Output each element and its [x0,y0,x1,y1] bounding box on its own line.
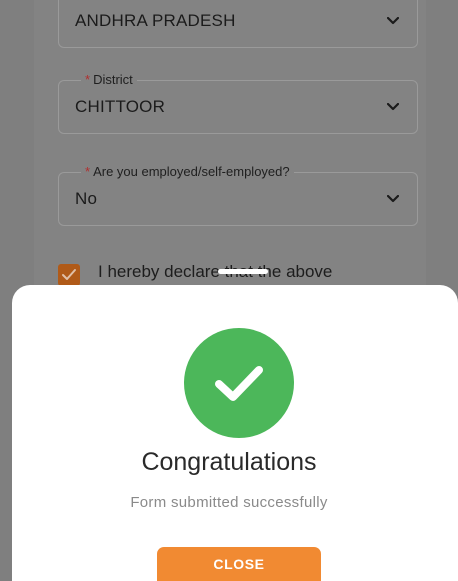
district-label: * District [81,72,137,88]
checkmark-icon [62,269,76,280]
employment-select[interactable]: * Are you employed/self-employed? No [58,164,418,226]
state-select[interactable]: ANDHRA PRADESH [58,0,418,48]
dialog-message: Form submitted successfully [130,494,328,511]
chevron-down-icon [387,195,399,203]
district-label-text: District [93,72,133,87]
chevron-down-icon [387,17,399,25]
district-value: CHITTOOR [75,97,166,116]
chevron-down-icon [387,103,399,111]
district-select[interactable]: * District CHITTOOR [58,72,418,134]
declaration-row[interactable]: I hereby declare that the above [58,262,418,286]
required-asterisk: * [85,72,91,87]
state-value: ANDHRA PRADESH [75,11,236,30]
sheet-drag-handle[interactable] [218,269,268,274]
employment-label-text: Are you employed/self-employed? [93,164,290,179]
required-asterisk: * [85,164,91,179]
declaration-checkbox[interactable] [58,264,80,286]
employment-label: * Are you employed/self-employed? [81,164,294,180]
check-circle-icon [184,328,294,438]
close-button[interactable]: CLOSE [157,547,321,581]
dialog-title: Congratulations [141,448,317,476]
declaration-text: I hereby declare that the above [98,262,333,281]
employment-value: No [75,189,98,208]
